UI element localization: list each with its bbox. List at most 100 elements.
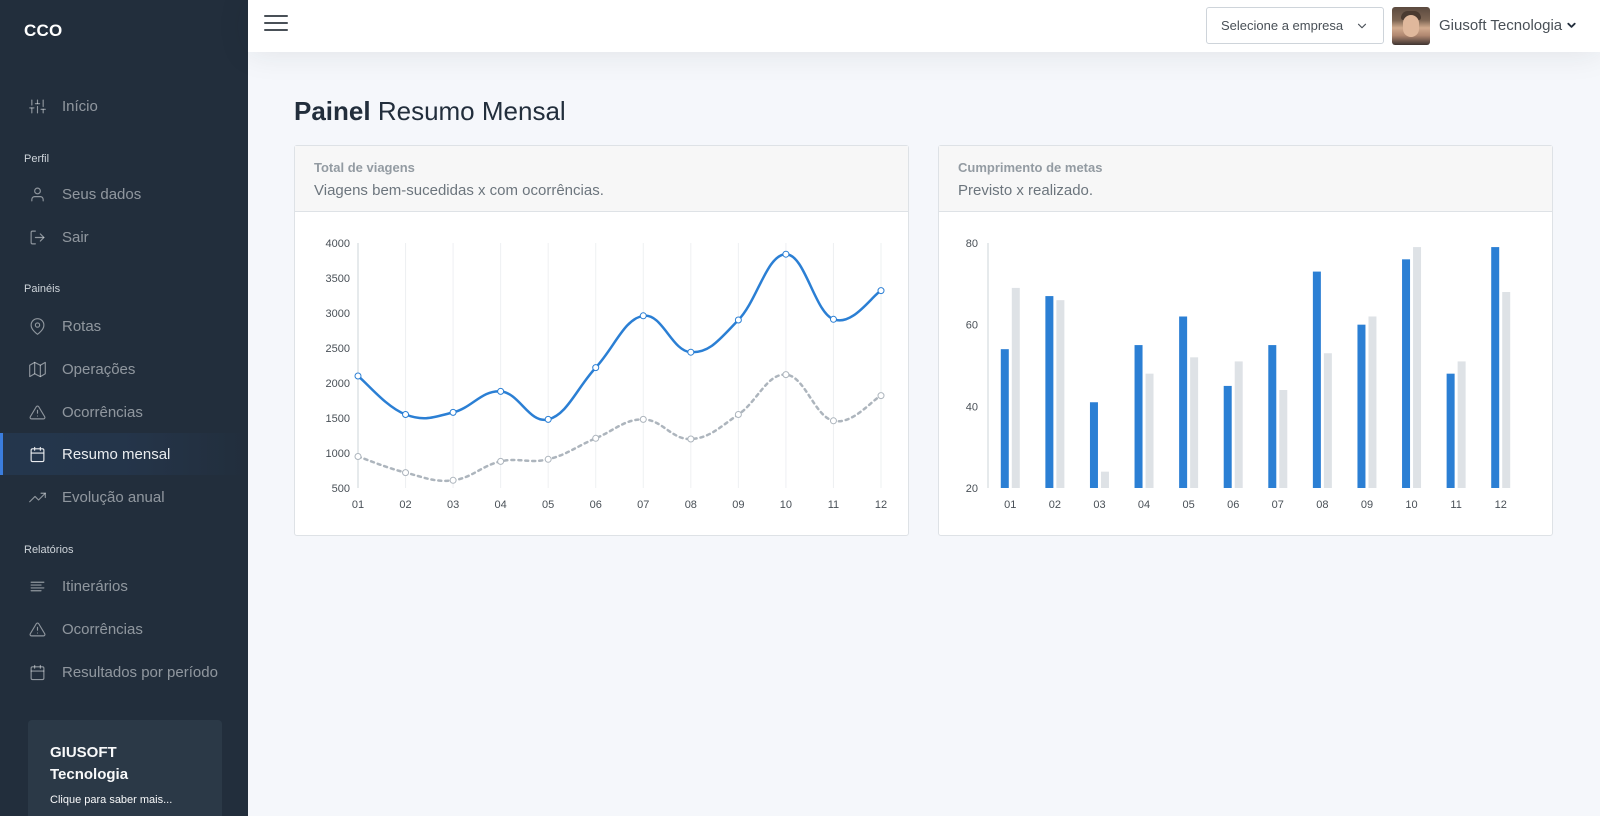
bar-1 [1323,353,1332,488]
x-tick-label: 02 [1049,499,1061,511]
page-title: Painel Resumo Mensal [294,96,566,127]
user-menu-caret-icon[interactable] [1566,20,1577,31]
sidebar-item-sair[interactable]: Sair [0,216,248,258]
company-select[interactable]: Selecione a empresa [1206,7,1384,44]
bar-1 [1011,287,1020,488]
bar-0 [1357,324,1366,488]
y-tick-label: 20 [966,483,978,495]
bar-1 [1457,361,1466,488]
sidebar-item-resumo-mensal[interactable]: Resumo mensal [0,433,248,475]
log-out-icon [28,228,46,246]
card-header: Total de viagens Viagens bem-sucedidas x… [295,146,908,212]
sidebar-item-label: Ocorrências [62,620,143,638]
data-point [782,371,790,379]
x-tick-label: 01 [352,499,364,511]
y-tick-label: 40 [966,401,978,413]
card-title: Total de viagens [314,160,415,175]
data-point [782,250,790,258]
x-tick-label: 03 [1093,499,1105,511]
data-point [592,364,600,372]
sidebar-item-label: Seus dados [62,185,142,203]
card-title: Cumprimento de metas [958,160,1103,175]
y-tick-label: 1000 [326,448,350,460]
card-cumprimento-metas: Cumprimento de metas Previsto x realizad… [938,145,1553,536]
data-point [877,287,885,295]
y-tick-label: 3500 [326,273,350,285]
data-point [687,348,695,356]
bar-0 [1179,316,1188,488]
bar-0 [1089,402,1098,488]
x-tick-label: 03 [447,499,459,511]
bar-0 [1491,247,1500,488]
card-subtitle: Previsto x realizado. [958,182,1094,199]
sidebar-item-rotas[interactable]: Rotas [0,305,248,347]
x-tick-label: 04 [1138,499,1150,511]
series-line-1 [356,373,883,483]
x-tick-label: 04 [495,499,507,511]
avatar[interactable] [1392,7,1430,45]
trending-up-icon [28,488,46,506]
alert-triangle-icon [28,403,46,421]
sidebar-item-resultados-periodo[interactable]: Resultados por período [0,651,248,693]
brand-logo[interactable]: CCO [24,21,62,41]
data-point [449,476,457,484]
sidebar-item-inicio[interactable]: Início [0,85,248,127]
sidebar-item-itinerarios[interactable]: Itinerários [0,565,248,607]
x-tick-label: 01 [1004,499,1016,511]
bar-0 [1446,373,1455,488]
x-tick-label: 07 [1272,499,1284,511]
data-point [687,435,695,443]
x-tick-label: 11 [1450,499,1461,511]
sidebar-item-label: Operações [62,360,136,378]
company-select-placeholder: Selecione a empresa [1221,18,1344,33]
y-tick-label: 60 [966,320,978,332]
x-tick-label: 02 [399,499,411,511]
bar-0 [1268,345,1277,488]
bar-0 [1000,349,1009,488]
sidebar-item-label: Resultados por período [62,663,218,681]
y-tick-label: 3000 [326,308,350,320]
x-tick-label: 09 [732,499,744,511]
calendar-icon [28,663,46,681]
bar-0 [1045,296,1054,488]
sidebar-item-label: Evolução anual [62,488,165,506]
bar-1 [1279,390,1288,488]
x-tick-label: 09 [1361,499,1373,511]
bar-1 [1190,357,1199,488]
x-tick-label: 05 [1183,499,1195,511]
topbar: Selecione a empresa Giusoft Tecnologia [248,0,1600,52]
bar-1 [1368,316,1377,488]
x-tick-label: 06 [590,499,602,511]
alert-triangle-icon [28,620,46,638]
nav-header-relatorios: Relatórios [24,544,74,556]
bar-1 [1100,471,1109,488]
y-tick-label: 1500 [326,413,350,425]
menu-toggle-icon[interactable] [264,15,288,35]
cta-subtitle[interactable]: Clique para saber mais... [50,794,200,806]
data-point [734,316,742,324]
page-title-bold: Painel [294,96,371,126]
user-menu-name[interactable]: Giusoft Tecnologia [1439,17,1562,34]
sidebar-item-relatorio-ocorrencias[interactable]: Ocorrências [0,608,248,650]
x-tick-label: 11 [828,499,839,511]
bar-0 [1134,345,1143,488]
x-tick-label: 08 [685,499,697,511]
y-tick-label: 4000 [326,238,350,250]
bar-chart: 20 40 60 80 01 02 03 04 05 06 07 08 09 10 11 12 [966,238,1511,511]
data-point [402,411,410,418]
bar-1 [1234,361,1243,488]
sidebar-item-seus-dados[interactable]: Seus dados [0,173,248,215]
sidebar-cta[interactable]: GIUSOFT Tecnologia Clique para saber mai… [28,720,222,816]
page-title-rest: Resumo Mensal [377,96,566,126]
data-point [829,417,837,425]
x-tick-label: 10 [1405,499,1417,511]
chevron-down-icon [1357,23,1367,29]
sidebar-item-operacoes[interactable]: Operações [0,348,248,390]
y-tick-label: 2500 [326,343,350,355]
map-pin-icon [28,317,46,335]
data-point [354,453,362,460]
sidebar-item-evolucao-anual[interactable]: Evolução anual [0,476,248,518]
sidebar-item-label: Ocorrências [62,403,143,421]
card-header: Cumprimento de metas Previsto x realizad… [939,146,1552,212]
sidebar-item-ocorrencias[interactable]: Ocorrências [0,391,248,433]
